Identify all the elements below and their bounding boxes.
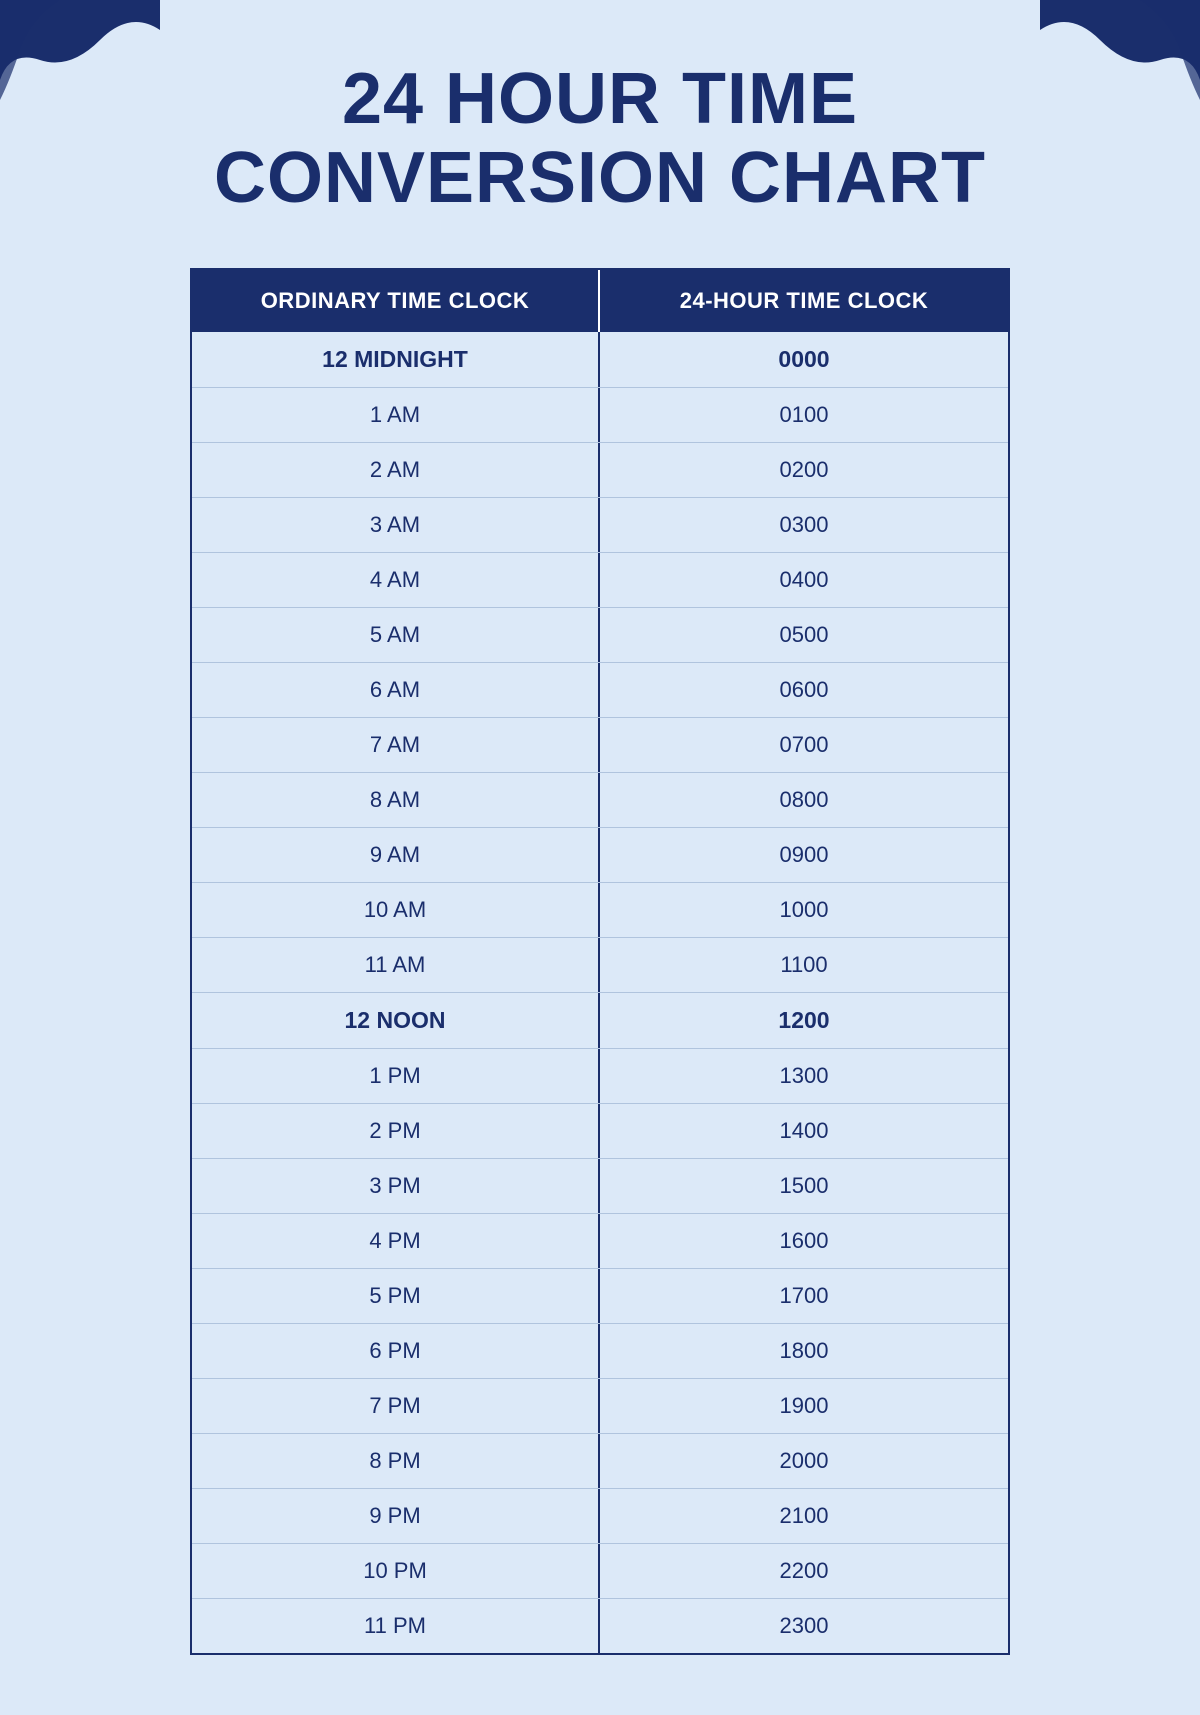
table-row: 10 PM2200 [192,1544,1008,1599]
ordinary-time-cell: 9 PM [192,1489,600,1543]
conversion-chart: ORDINARY TIME CLOCK 24-HOUR TIME CLOCK 1… [190,268,1010,1655]
ordinary-time-cell: 1 PM [192,1049,600,1103]
chart-header: ORDINARY TIME CLOCK 24-HOUR TIME CLOCK [192,270,1008,332]
ordinary-time-cell: 9 AM [192,828,600,882]
ordinary-time-cell: 7 PM [192,1379,600,1433]
ordinary-time-cell: 6 AM [192,663,600,717]
table-row: 9 PM2100 [192,1489,1008,1544]
military-time-cell: 1700 [600,1269,1008,1323]
military-time-cell: 1400 [600,1104,1008,1158]
military-time-cell: 2200 [600,1544,1008,1598]
military-time-cell: 0700 [600,718,1008,772]
table-row: 2 PM1400 [192,1104,1008,1159]
table-row: 4 AM0400 [192,553,1008,608]
military-time-cell: 0500 [600,608,1008,662]
ordinary-time-cell: 4 AM [192,553,600,607]
table-row: 5 PM1700 [192,1269,1008,1324]
table-row: 5 AM0500 [192,608,1008,663]
ordinary-time-cell: 6 PM [192,1324,600,1378]
military-time-cell: 0200 [600,443,1008,497]
military-time-cell: 1100 [600,938,1008,992]
table-row: 7 PM1900 [192,1379,1008,1434]
table-row: 12 NOON1200 [192,993,1008,1049]
ordinary-time-cell: 3 AM [192,498,600,552]
military-time-cell: 0900 [600,828,1008,882]
table-row: 1 AM0100 [192,388,1008,443]
title-line1: 24 HOUR TIME [342,59,858,139]
ordinary-time-cell: 7 AM [192,718,600,772]
table-row: 9 AM0900 [192,828,1008,883]
ordinary-time-cell: 4 PM [192,1214,600,1268]
military-time-cell: 1000 [600,883,1008,937]
table-row: 1 PM1300 [192,1049,1008,1104]
table-row: 6 AM0600 [192,663,1008,718]
table-row: 4 PM1600 [192,1214,1008,1269]
military-time-cell: 1500 [600,1159,1008,1213]
military-time-cell: 2300 [600,1599,1008,1653]
military-time-cell: 1200 [600,993,1008,1048]
ordinary-time-cell: 8 PM [192,1434,600,1488]
table-row: 8 AM0800 [192,773,1008,828]
military-time-cell: 1900 [600,1379,1008,1433]
military-time-cell: 1800 [600,1324,1008,1378]
table-row: 7 AM0700 [192,718,1008,773]
table-row: 3 PM1500 [192,1159,1008,1214]
table-row: 12 MIDNIGHT0000 [192,332,1008,388]
table-row: 11 PM2300 [192,1599,1008,1653]
ordinary-time-cell: 11 PM [192,1599,600,1653]
table-row: 2 AM0200 [192,443,1008,498]
military-time-cell: 0600 [600,663,1008,717]
page-title: 24 HOUR TIME CONVERSION CHART [134,60,1066,218]
ordinary-time-cell: 3 PM [192,1159,600,1213]
military-time-cell: 0400 [600,553,1008,607]
military-time-cell: 1600 [600,1214,1008,1268]
table-row: 10 AM1000 [192,883,1008,938]
military-time-cell: 0300 [600,498,1008,552]
title-line2: CONVERSION CHART [214,138,986,218]
ordinary-time-cell: 8 AM [192,773,600,827]
military-time-cell: 2000 [600,1434,1008,1488]
military-time-cell: 0100 [600,388,1008,442]
military-time-cell: 2100 [600,1489,1008,1543]
ordinary-time-cell: 11 AM [192,938,600,992]
chart-body: 12 MIDNIGHT00001 AM01002 AM02003 AM03004… [192,332,1008,1653]
table-row: 3 AM0300 [192,498,1008,553]
ordinary-time-cell: 2 AM [192,443,600,497]
ordinary-time-cell: 1 AM [192,388,600,442]
ordinary-time-cell: 10 PM [192,1544,600,1598]
ordinary-time-cell: 5 PM [192,1269,600,1323]
table-row: 11 AM1100 [192,938,1008,993]
military-time-cell: 0000 [600,332,1008,387]
page-container: 24 HOUR TIME CONVERSION CHART ORDINARY T… [0,0,1200,1715]
ordinary-time-cell: 2 PM [192,1104,600,1158]
table-row: 8 PM2000 [192,1434,1008,1489]
header-ordinary-time: ORDINARY TIME CLOCK [192,270,600,332]
ordinary-time-cell: 12 MIDNIGHT [192,332,600,387]
military-time-cell: 1300 [600,1049,1008,1103]
ordinary-time-cell: 12 NOON [192,993,600,1048]
ordinary-time-cell: 10 AM [192,883,600,937]
ordinary-time-cell: 5 AM [192,608,600,662]
header-24hour-time: 24-HOUR TIME CLOCK [600,270,1008,332]
table-row: 6 PM1800 [192,1324,1008,1379]
military-time-cell: 0800 [600,773,1008,827]
